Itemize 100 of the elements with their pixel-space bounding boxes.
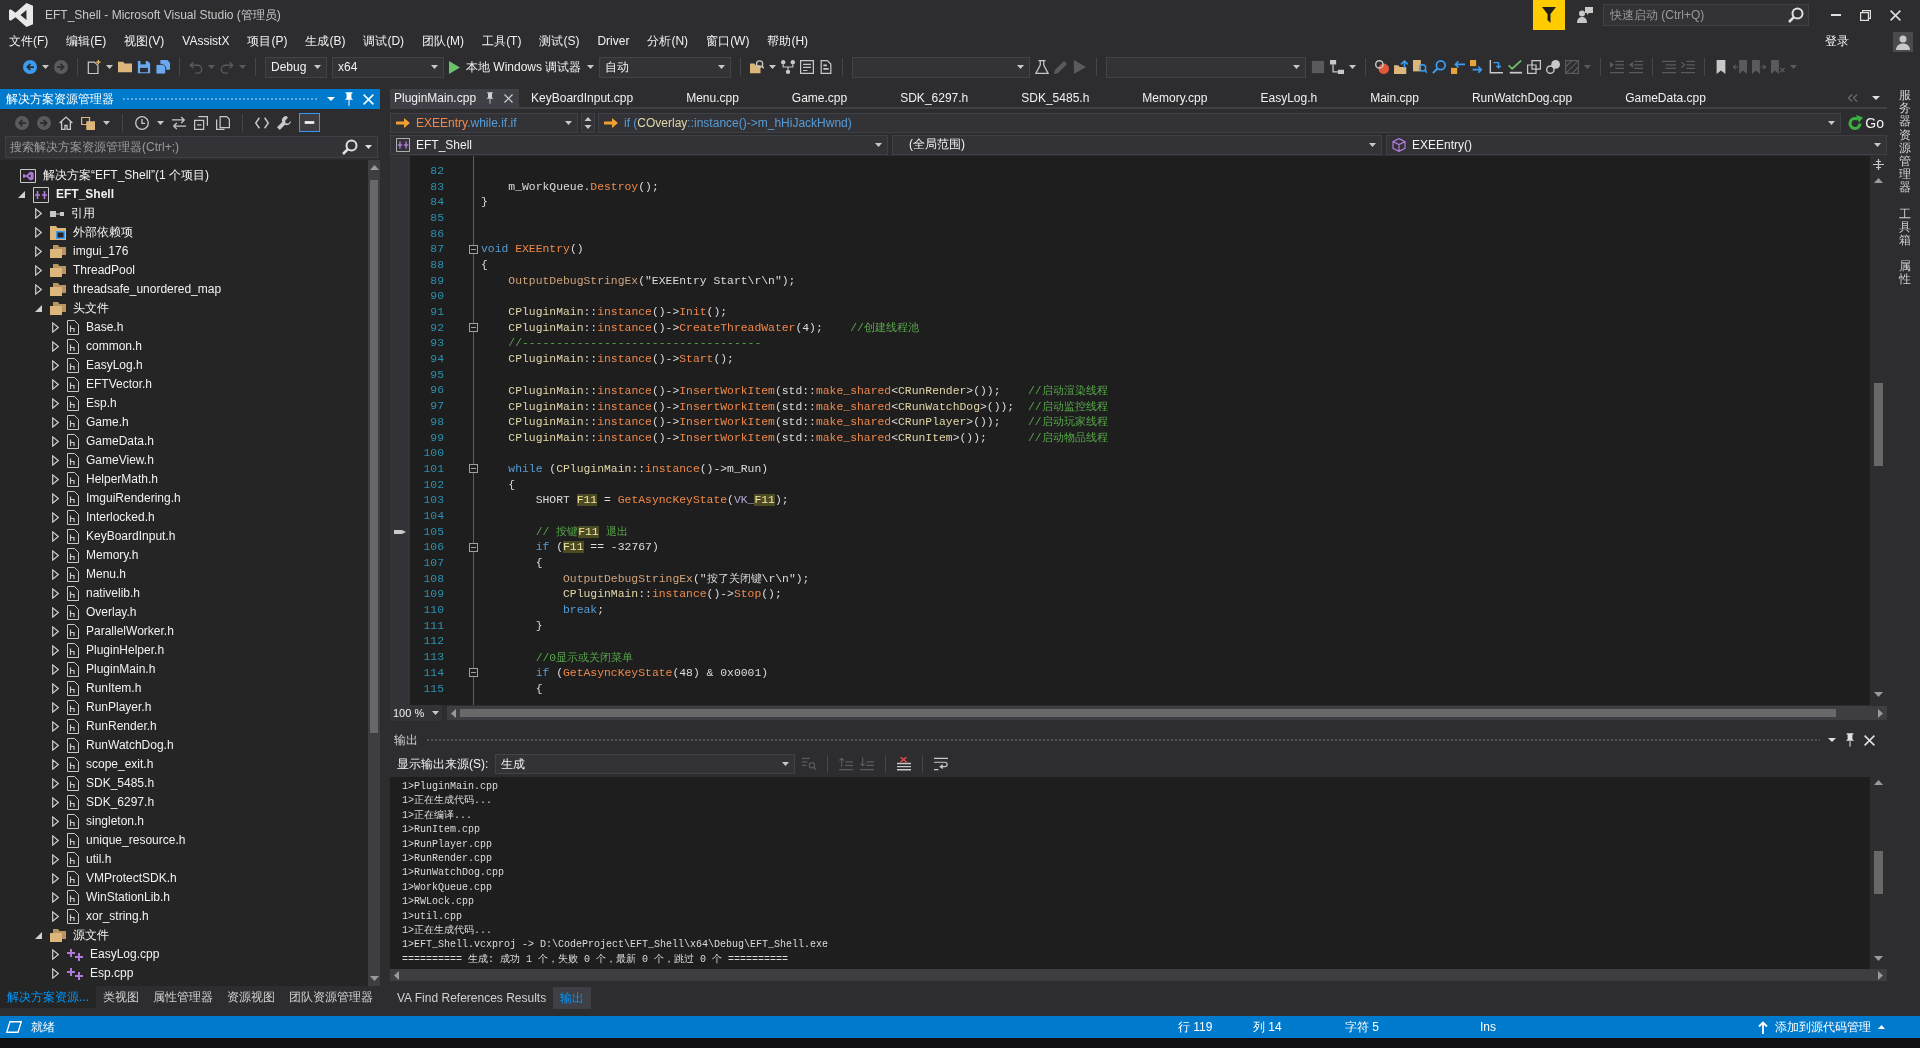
file-tab[interactable]: Game.cpp bbox=[787, 89, 897, 107]
panel-tab[interactable]: 资源视图 bbox=[220, 986, 282, 1008]
search-icon[interactable] bbox=[1788, 7, 1804, 23]
menu-item[interactable]: 分析(N) bbox=[638, 30, 698, 53]
expand-arrow-icon[interactable] bbox=[52, 949, 59, 960]
collapse-box-icon[interactable] bbox=[468, 542, 478, 552]
expand-arrow-icon[interactable] bbox=[35, 284, 42, 295]
expand-arrow-icon[interactable] bbox=[52, 417, 59, 428]
tree-item[interactable]: GameData.h bbox=[67, 432, 155, 451]
file-tab[interactable]: KeyBoardInput.cpp bbox=[527, 89, 683, 107]
output-source-dropdown[interactable]: 生成 bbox=[495, 754, 796, 774]
tree-item[interactable]: GameView.h bbox=[67, 451, 154, 470]
collapse-box-icon[interactable] bbox=[468, 323, 478, 333]
tree-item[interactable]: RunWatchDog.h bbox=[67, 736, 174, 755]
tree-item[interactable]: Interlocked.h bbox=[67, 508, 155, 527]
panel-tab[interactable]: 类视图 bbox=[96, 986, 146, 1008]
tree-item[interactable]: threadsafe_unordered_map bbox=[50, 280, 222, 299]
tree-item[interactable]: util.h bbox=[67, 850, 112, 869]
menu-item[interactable]: 工具(T) bbox=[473, 30, 531, 53]
start-debugging-button[interactable]: 本地 Windows 调试器 bbox=[449, 56, 595, 78]
wrench-icon[interactable] bbox=[277, 115, 291, 130]
file-tab[interactable]: PluginMain.cpp bbox=[390, 89, 520, 107]
caret-icon[interactable] bbox=[365, 145, 372, 149]
collapse-box-icon[interactable] bbox=[468, 464, 478, 474]
expand-arrow-icon[interactable] bbox=[52, 398, 59, 409]
expand-arrow-icon[interactable] bbox=[52, 702, 59, 713]
new-file-icon[interactable] bbox=[87, 60, 101, 74]
expand-arrow-icon[interactable] bbox=[52, 778, 59, 789]
expand-arrow-icon[interactable] bbox=[52, 379, 59, 390]
menu-item[interactable]: 编辑(E) bbox=[57, 30, 116, 53]
tree-item[interactable]: 解决方案“EFT_Shell”(1 个项目) bbox=[20, 166, 209, 185]
branch-icon[interactable] bbox=[781, 60, 796, 74]
pin-icon[interactable] bbox=[343, 92, 355, 106]
expand-arrow-icon[interactable] bbox=[52, 493, 59, 504]
tree-item[interactable]: 外部依赖项 bbox=[50, 223, 133, 242]
dropdown-arrow-icon[interactable] bbox=[1872, 96, 1880, 100]
source-control-button[interactable]: 添加到源代码管理 bbox=[1758, 1018, 1885, 1036]
dropdown[interactable]: 自动 bbox=[599, 56, 732, 78]
magnifier-icon[interactable] bbox=[1432, 60, 1447, 74]
close-icon[interactable] bbox=[1864, 734, 1875, 746]
dropdown-arrow-icon[interactable] bbox=[1828, 738, 1836, 742]
tree-item[interactable]: RunPlayer.h bbox=[67, 698, 152, 717]
expand-arrow-icon[interactable] bbox=[35, 305, 42, 312]
expand-arrow-icon[interactable] bbox=[52, 873, 59, 884]
search-field[interactable]: 搜索解决方案资源管理器(Ctrl+;) bbox=[5, 136, 378, 158]
expand-arrow-icon[interactable] bbox=[35, 932, 42, 939]
member-dropdown[interactable]: EXEEntry() bbox=[1386, 134, 1887, 155]
tree-item[interactable]: VMProtectSDK.h bbox=[67, 869, 177, 888]
tree-item[interactable]: ImguiRendering.h bbox=[67, 489, 181, 508]
tree-item[interactable]: common.h bbox=[67, 337, 143, 356]
tree-item[interactable]: Esp.cpp bbox=[67, 964, 134, 983]
file-tab[interactable]: Memory.cpp bbox=[1138, 89, 1257, 107]
expand-arrow-icon[interactable] bbox=[52, 664, 59, 675]
zoom-dropdown[interactable]: 100 % bbox=[390, 705, 442, 721]
tree-item[interactable]: Base.h bbox=[67, 318, 124, 337]
expand-arrow-icon[interactable] bbox=[52, 512, 59, 523]
tree-item[interactable]: 源文件 bbox=[50, 926, 109, 945]
menu-item[interactable]: 调试(D) bbox=[354, 30, 414, 53]
tree-item[interactable]: nativelib.h bbox=[67, 584, 141, 603]
expand-arrow-icon[interactable] bbox=[52, 759, 59, 770]
tree-item[interactable]: EFT_Shell bbox=[33, 185, 114, 204]
caret-icon[interactable] bbox=[1349, 65, 1357, 69]
file-tab[interactable]: SDK_6297.h bbox=[896, 89, 1018, 107]
tree-item[interactable]: Memory.h bbox=[67, 546, 139, 565]
tree-item[interactable]: EFTVector.h bbox=[67, 375, 153, 394]
file-tab[interactable]: Main.cpp bbox=[1366, 89, 1468, 107]
person-bubble-icon[interactable] bbox=[1577, 7, 1593, 23]
tree-item[interactable]: singleton.h bbox=[67, 812, 145, 831]
scrollbar-thumb[interactable] bbox=[1874, 851, 1883, 894]
scope-dropdown[interactable]: EXEEntry.while.if.if bbox=[390, 113, 578, 133]
code-brackets-icon[interactable] bbox=[255, 115, 269, 130]
document-icon[interactable] bbox=[819, 60, 834, 74]
expand-arrow-icon[interactable] bbox=[52, 588, 59, 599]
scrollbar-thumb[interactable] bbox=[460, 709, 1836, 717]
folder-arrow-icon[interactable] bbox=[1394, 60, 1409, 74]
tree-item[interactable]: PluginHelper.h bbox=[67, 641, 165, 660]
expand-arrow-icon[interactable] bbox=[52, 816, 59, 827]
expand-arrow-icon[interactable] bbox=[52, 892, 59, 903]
menu-item[interactable]: VAssistX bbox=[173, 30, 239, 53]
tree-item[interactable]: xor_string.h bbox=[67, 907, 149, 926]
panel-tab[interactable]: VA Find References Results bbox=[390, 987, 554, 1009]
tree-item[interactable]: RunItem.h bbox=[67, 679, 142, 698]
clear-lines-icon[interactable] bbox=[897, 757, 912, 771]
tree-item[interactable]: Menu.h bbox=[67, 565, 127, 584]
dropdown[interactable]: x64 bbox=[332, 56, 444, 78]
expand-arrow-icon[interactable] bbox=[52, 531, 59, 542]
tree-item[interactable]: SDK_6297.h bbox=[67, 793, 155, 812]
clock-icon[interactable] bbox=[135, 115, 149, 130]
tree-item[interactable]: ThreadPool bbox=[50, 261, 136, 280]
expand-arrow-icon[interactable] bbox=[52, 322, 59, 333]
caret-icon[interactable] bbox=[106, 65, 113, 69]
back-icon[interactable] bbox=[23, 60, 37, 74]
corner-arrow-icon[interactable] bbox=[1489, 60, 1504, 74]
expand-arrow-icon[interactable] bbox=[52, 341, 59, 352]
overlapping-circles-icon[interactable] bbox=[1375, 60, 1390, 74]
close-icon[interactable] bbox=[1890, 9, 1901, 21]
stacked-windows-icon[interactable] bbox=[81, 115, 95, 130]
dash-icon[interactable] bbox=[299, 113, 320, 132]
caret-icon[interactable] bbox=[157, 120, 164, 125]
scrollbar-thumb[interactable] bbox=[1874, 383, 1883, 466]
